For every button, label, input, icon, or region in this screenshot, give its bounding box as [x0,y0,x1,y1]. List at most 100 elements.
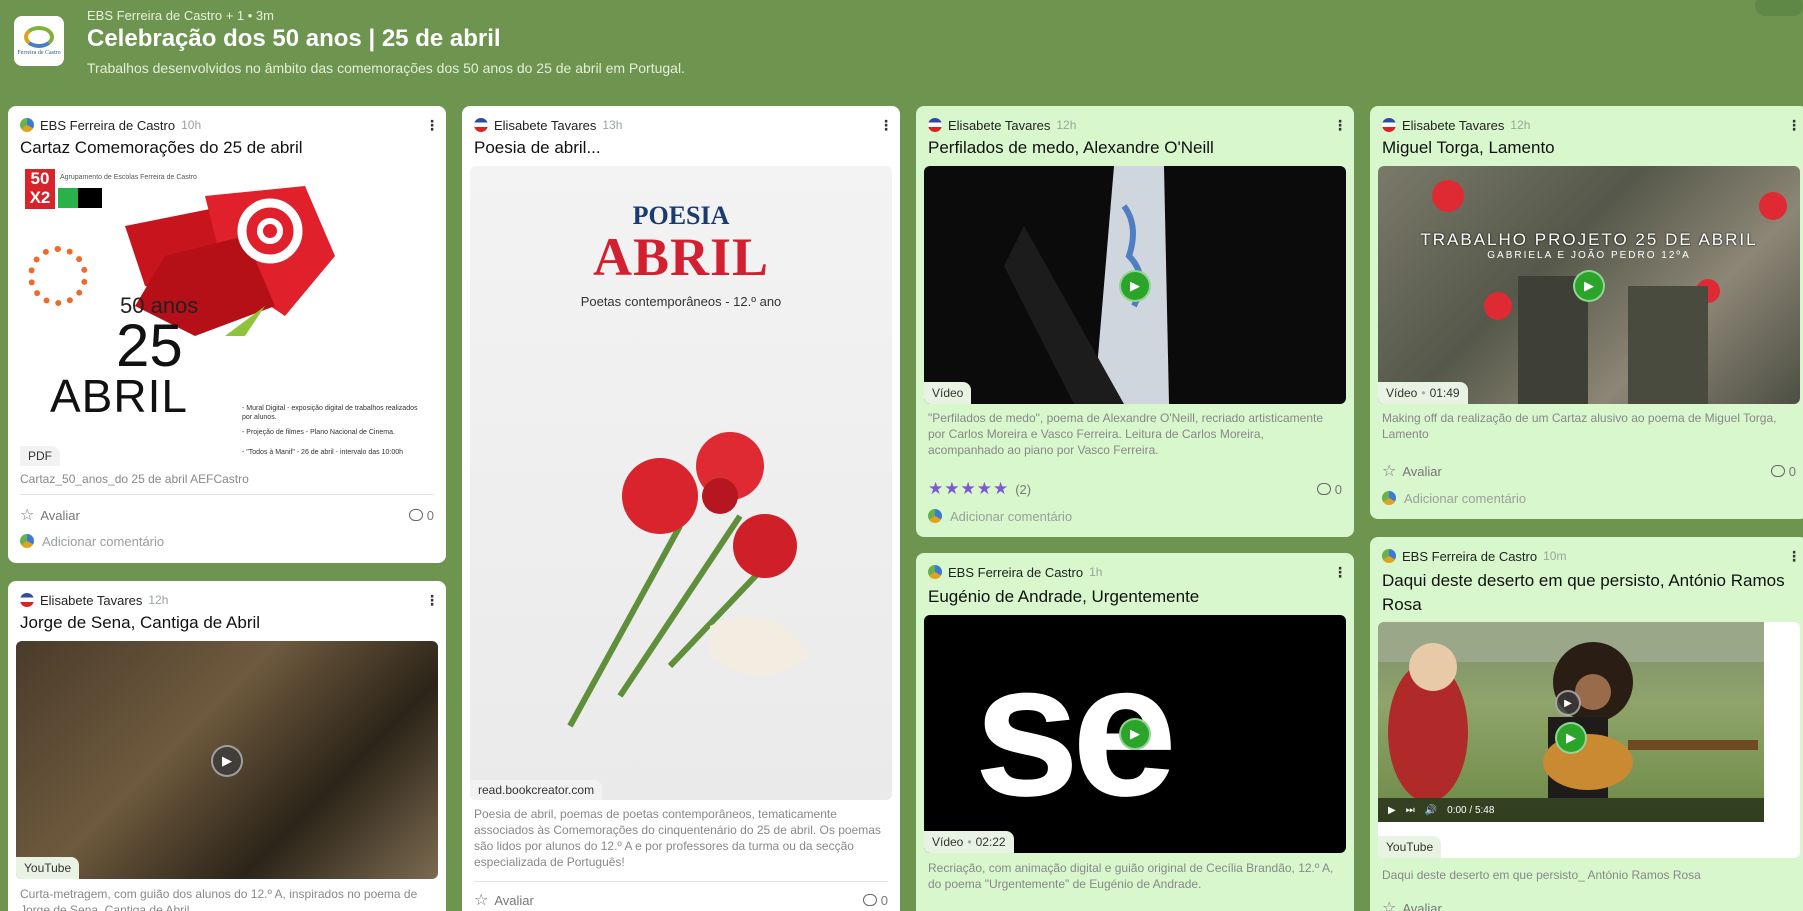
poster-50-box: 50 X2 [25,169,55,209]
play-icon[interactable]: ▶ [1119,718,1151,750]
post-author: Elisabete Tavares [40,592,143,608]
author-avatar [1382,549,1396,563]
user-avatar [1382,491,1396,505]
more-options-icon[interactable]: ⋮ [425,118,439,132]
comment-count: 0 [1788,463,1796,479]
post-header: Elisabete Tavares 12h ⋮ [20,589,439,611]
comments-counter[interactable]: 0 [408,508,434,523]
rate-label[interactable]: Avaliar [1402,901,1442,911]
author-avatar [20,593,34,607]
poster-school: Agrupamento de Escolas Ferreira de Castr… [60,174,197,181]
youtube-embed[interactable]: ▶ ▶ ▶ ⏭ 🔊 0:00 / 5:48 YouTube [1378,622,1800,858]
author-avatar [20,118,34,132]
video-thumbnail[interactable]: ▶ YouTube [16,641,438,879]
post-actions: ☆ Avaliar 0 [474,889,888,911]
author-avatar [928,118,942,132]
comments-counter[interactable]: 0 [1316,481,1342,497]
post-actions: ☆ Avaliar 0 [1382,460,1796,482]
add-comment-row[interactable]: Adicionar comentário [928,506,1342,526]
rate-label[interactable]: Avaliar [40,508,80,523]
add-comment-row[interactable]: Adicionar comentário [20,531,434,551]
play-control-icon[interactable]: ▶ [1388,805,1396,816]
attachment-type-badge: PDF [20,446,60,466]
video-thumbnail[interactable]: TRABALHO PROJETO 25 DE ABRIL GABRIELA E … [1378,166,1800,404]
video-badge-label: Vídeo [932,386,964,400]
more-options-icon[interactable]: ⋮ [1787,118,1801,132]
school-logo: Ferreira de Castro [14,16,64,66]
comment-count: 0 [1334,481,1342,497]
poster-orange-seal [28,246,88,306]
post-header: Elisabete Tavares 13h ⋮ [474,114,893,136]
post-card-daqui-deste-deserto[interactable]: EBS Ferreira de Castro 10m ⋮ Daqui deste… [1370,537,1803,911]
comment-icon [1316,483,1331,495]
post-title: Perfilados de medo, Alexandre O'Neill [928,138,1214,157]
post-card-perfilados[interactable]: Elisabete Tavares 12h ⋮ Perfilados de me… [916,106,1354,537]
board-title: Celebração dos 50 anos | 25 de abril [87,25,501,52]
add-comment-input[interactable]: Adicionar comentário [1404,491,1526,506]
post-author: EBS Ferreira de Castro [40,117,176,133]
post-description: Curta-metragem, com guião dos alunos do … [20,887,418,911]
comment-count: 0 [880,892,888,908]
comments-counter[interactable]: 0 [862,892,888,908]
poster-bullet: - "Todos à Manif" - 26 de abril - interv… [242,449,403,456]
add-comment-row[interactable]: Adicionar comentário [1382,488,1796,508]
poster-bullet: - Projeção de filmes - Plano Nacional de… [242,429,395,436]
user-avatar [20,534,34,548]
more-options-icon[interactable]: ⋮ [1787,549,1801,563]
star-icon[interactable]: ☆ [1382,461,1396,481]
more-options-icon[interactable]: ⋮ [879,118,893,132]
video-badge: Vídeo • 01:49 [1378,382,1468,404]
star-icon[interactable]: ☆ [20,505,34,525]
post-title: Miguel Torga, Lamento [1382,138,1555,157]
separator-dot: • [1421,386,1426,400]
post-description: "Perfilados de medo", poema de Alexandre… [928,411,1324,457]
play-icon[interactable]: ▶ [1119,270,1151,302]
author-avatar [1382,118,1396,132]
video-controls[interactable]: ▶ ⏭ 🔊 0:00 / 5:48 [1378,798,1764,822]
video-badge-label: Vídeo [1386,386,1418,400]
post-author: Elisabete Tavares [1402,117,1505,133]
post-time: 10h [181,118,202,132]
add-comment-input[interactable]: Adicionar comentário [42,534,164,549]
more-options-icon[interactable]: ⋮ [425,593,439,607]
volume-control-icon[interactable]: 🔊 [1425,805,1437,816]
video-thumbnail[interactable]: se ▶ Vídeo • 02:22 [924,615,1346,853]
more-options-icon[interactable]: ⋮ [1333,565,1347,579]
video-thumbnail[interactable]: ▶ Vídeo [924,166,1346,404]
rate-label[interactable]: Avaliar [1402,464,1442,479]
post-description: Recriação, com animação digital e guião … [928,861,1334,891]
play-icon[interactable]: ▶ [1555,722,1587,754]
add-comment-input[interactable]: Adicionar comentário [950,509,1072,524]
video-frame[interactable]: ▶ ▶ ▶ ⏭ 🔊 0:00 / 5:48 [1378,622,1764,822]
video-badge: Vídeo [924,382,972,404]
star-icon[interactable]: ☆ [474,890,488,910]
post-card-miguel-torga[interactable]: Elisabete Tavares 12h ⋮ Miguel Torga, La… [1370,106,1803,519]
cover-subtitle: Poetas contemporâneos - 12.º ano [580,294,782,309]
rating-stars[interactable]: ★★★★★ [928,479,1009,499]
youtube-play-icon[interactable]: ▶ [1555,690,1581,716]
board-header: Ferreira de Castro EBS Ferreira de Castr… [14,0,1803,98]
star-icon[interactable]: ☆ [1382,898,1396,911]
link-domain[interactable]: read.bookcreator.com [470,780,603,800]
rate-label[interactable]: Avaliar [494,893,534,908]
pdf-preview[interactable]: 50 X2 Agrupamento de Escolas Ferreira de… [20,166,434,466]
board-meta: EBS Ferreira de Castro + 1 • 3m [87,8,274,23]
link-preview[interactable]: POESIA ABRIL Poetas contemporâneos - 12.… [470,166,892,800]
video-overlay-subtitle: GABRIELA E JOÃO PEDRO 12ºA [1487,250,1691,261]
poster-25: 25 [116,312,183,379]
post-card-cartaz[interactable]: EBS Ferreira de Castro 10h ⋮ Cartaz Come… [8,106,446,563]
play-icon[interactable]: ▶ [1573,270,1605,302]
post-card-poesia[interactable]: Elisabete Tavares 13h ⋮ Poesia de abril.… [462,106,900,911]
post-card-jorge-de-sena[interactable]: Elisabete Tavares 12h ⋮ Jorge de Sena, C… [8,581,446,911]
post-card-eugenio[interactable]: EBS Ferreira de Castro 1h ⋮ Eugénio de A… [916,553,1354,911]
more-options-icon[interactable]: ⋮ [1333,118,1347,132]
user-avatar [928,509,942,523]
comments-counter[interactable]: 0 [1770,463,1796,479]
post-author: Elisabete Tavares [494,117,597,133]
source-badge: YouTube [16,857,80,879]
header-corner-tab[interactable] [1755,0,1803,16]
post-description: Poesia de abril, poemas de poetas contem… [474,807,881,869]
next-control-icon[interactable]: ⏭ [1406,805,1415,816]
post-caption: Cartaz_50_anos_do 25 de abril AEFCastro [20,472,249,486]
play-icon[interactable]: ▶ [211,745,243,777]
